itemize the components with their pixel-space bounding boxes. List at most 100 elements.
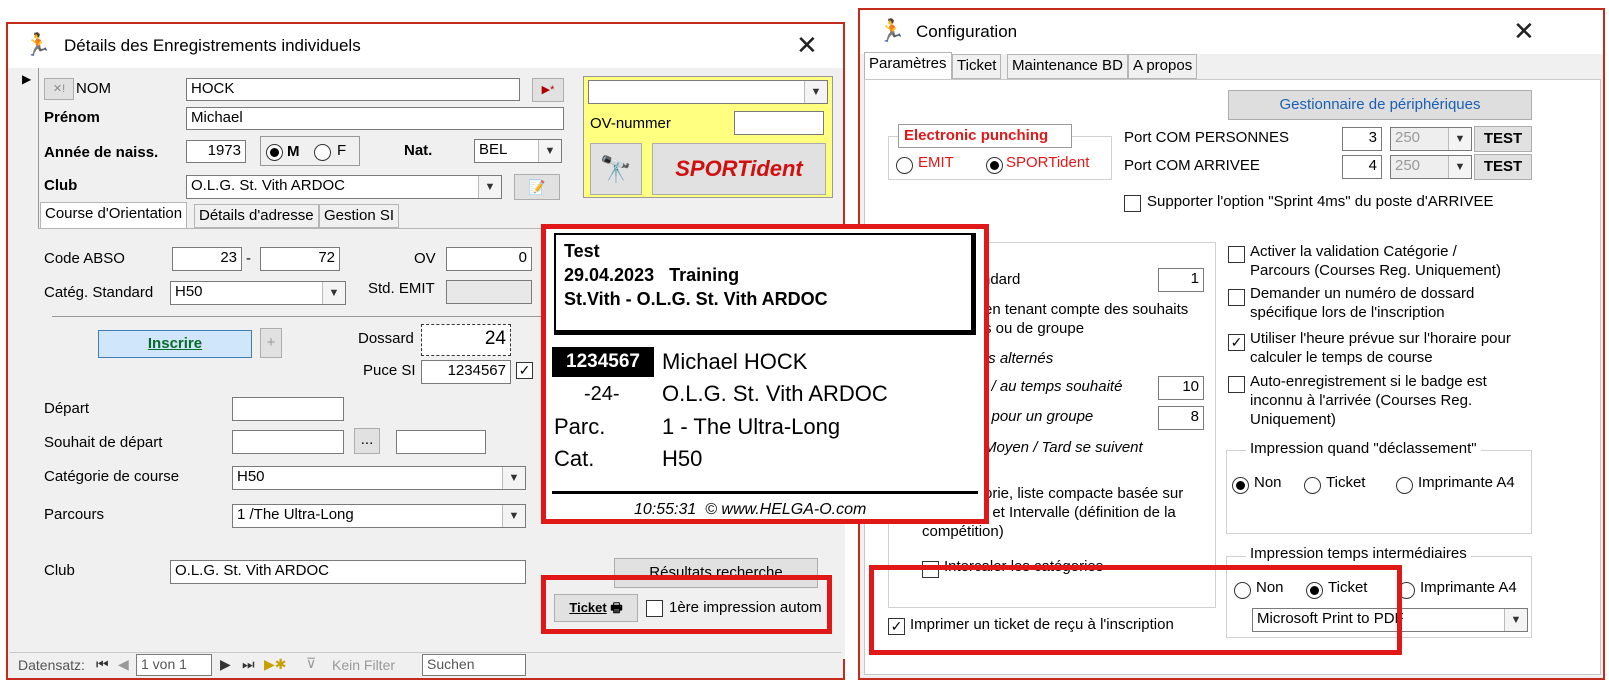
annee-label: Année de naiss. [44,144,159,161]
port-personnes-field[interactable]: 3 [1342,127,1382,151]
record-position-field[interactable]: 1 von 1 [136,654,212,676]
chevron-down-icon[interactable]: ▼ [1504,609,1527,631]
declassement-non-label: Non [1254,474,1282,491]
tab-course-orientation[interactable]: Course d'Orientation [40,202,188,228]
port-personnes-label: Port COM PERSONNES [1124,129,1290,146]
highlight-ticket-button [541,575,832,634]
demander-line1: Demander un numéro de dossard [1250,285,1475,302]
sex-f-radio[interactable] [314,144,331,161]
port-arrivee-field[interactable]: 4 [1342,155,1382,179]
chevron-down-icon[interactable]: ▼ [322,282,345,304]
prev-record-icon[interactable]: ◀ [118,656,129,673]
chevron-down-icon[interactable]: ▼ [1448,156,1471,178]
declassement-a4-radio[interactable] [1396,477,1413,494]
puce-field[interactable]: 1234567 [421,360,511,384]
annee-field[interactable]: 1973 [186,140,246,163]
gestionnaire-button[interactable]: Gestionnaire de périphériques [1228,90,1532,120]
categ-combo[interactable]: H50 ▼ [170,281,346,305]
highlight-ticket-preview [541,224,989,524]
chevron-down-icon[interactable]: ▼ [538,140,561,162]
sex-m-radio[interactable] [266,144,283,161]
compacte-line1: orie, liste compacte basée sur [984,485,1184,502]
suchen-field[interactable]: Suchen [422,654,526,676]
nom-field[interactable]: HOCK [186,78,520,101]
code-abso-2[interactable]: 72 [260,247,340,271]
sex-m-label: M [287,143,300,160]
activer-validation-checkbox[interactable] [1228,246,1245,263]
filter-icon[interactable]: ⊽ [306,655,316,672]
sportident-radio[interactable] [986,157,1003,174]
emit-radio[interactable] [896,157,913,174]
puce-checkbox[interactable]: ✓ [516,362,533,379]
utiliser-heure-checkbox[interactable]: ✓ [1228,334,1245,351]
details-titlebar: 🏃 Détails des Enregistrements individuel… [8,24,843,68]
code-abso-dash: - [246,250,251,267]
prenom-field[interactable]: Michael [186,107,564,130]
groupe-field[interactable]: 8 [1158,406,1204,430]
dossard-field[interactable]: 24 [421,324,511,356]
sprint-option-checkbox[interactable] [1124,195,1141,212]
ov-nummer-field[interactable] [734,111,824,135]
kein-filter-label[interactable]: Kein Filter [332,657,395,673]
auto-line2: inconnu à l'arrivée (Courses Reg. [1250,392,1473,409]
chevron-down-icon[interactable]: ▼ [478,176,501,198]
tab-a-propos[interactable]: A propos [1128,54,1198,79]
plus-button[interactable]: + [260,328,282,358]
chevron-down-icon[interactable]: ▼ [1448,128,1471,150]
sprint-option-label: Supporter l'option "Sprint 4ms" du poste… [1147,193,1494,210]
chevron-down-icon[interactable]: ▼ [804,81,827,103]
name-lookup-button[interactable]: ▶* [532,78,564,102]
sportident-button[interactable]: SPORTident [652,143,826,195]
port-personnes-speed-combo[interactable]: 250 ▼ [1390,127,1472,151]
tab-ticket[interactable]: Ticket [952,54,1002,79]
tab-details-adresse[interactable]: Détails d'adresse [194,204,319,228]
clear-name-button[interactable]: ✕! [44,78,74,100]
close-icon[interactable]: ✕ [796,30,818,61]
souhait-field-2[interactable] [396,430,486,454]
nat-combo[interactable]: BEL ▼ [474,139,562,163]
parcours-combo[interactable]: 1 /The Ultra-Long ▼ [232,504,526,528]
declassement-group [1226,450,1532,534]
souhait-field[interactable] [232,430,344,454]
code-abso-label: Code ABSO [44,250,125,267]
club2-field[interactable]: O.L.G. St. Vith ARDOC [170,560,526,584]
new-record-icon[interactable]: ▶✱ [264,656,287,673]
yellow-combo[interactable]: ▼ [588,80,828,104]
declassement-non-radio[interactable] [1232,477,1249,494]
next-record-icon[interactable]: ▶ [220,656,231,673]
tab-maintenance-bd[interactable]: Maintenance BD [1007,54,1128,79]
first-record-icon[interactable]: ⏮ [96,656,109,673]
inscrire-button[interactable]: Inscrire [98,330,252,358]
test-personnes-button[interactable]: TEST [1474,126,1532,152]
activer-line1: Activer la validation Catégorie / [1250,243,1457,260]
record-pointer-icon: ▶ [22,72,32,86]
demander-dossard-checkbox[interactable] [1228,289,1245,306]
temps-souhaite-field[interactable]: 10 [1158,376,1204,400]
edit-club-button[interactable]: 📝 [514,174,560,200]
binoculars-icon: 🔭 [599,154,633,184]
chevron-down-icon[interactable]: ▼ [502,467,525,489]
ndard-field[interactable]: 1 [1158,268,1204,292]
auto-line1: Auto-enregistrement si le badge est [1250,373,1487,390]
souhait-picker-button[interactable]: ... [354,428,380,454]
temps-intermediaires-title: Impression temps intermédiaires [1246,545,1471,562]
souhaits-line2: s ou de groupe [984,320,1085,337]
tab-gestion-si[interactable]: Gestion SI [319,204,400,228]
club-combo[interactable]: O.L.G. St. Vith ARDOC ▼ [186,175,502,199]
search-button[interactable]: 🔭 [590,143,642,195]
declassement-ticket-radio[interactable] [1304,477,1321,494]
last-record-icon[interactable]: ⏭ [242,656,255,673]
depart-field[interactable] [232,397,344,421]
ov-field[interactable]: 0 [446,247,532,271]
close-icon[interactable]: ✕ [1513,16,1535,47]
auto-enregistrement-checkbox[interactable] [1228,376,1245,393]
config-titlebar: 🏃 Configuration ✕ [860,10,1603,54]
cat-course-combo[interactable]: H50 ▼ [232,466,526,490]
std-emit-field[interactable] [446,280,532,304]
test-arrivee-button[interactable]: TEST [1474,154,1532,180]
chevron-down-icon[interactable]: ▼ [502,505,525,527]
port-arrivee-speed-combo[interactable]: 250 ▼ [1390,155,1472,179]
depart-label: Départ [44,400,90,417]
tab-parametres[interactable]: Paramètres [864,52,952,80]
code-abso-1[interactable]: 23 [172,247,242,271]
